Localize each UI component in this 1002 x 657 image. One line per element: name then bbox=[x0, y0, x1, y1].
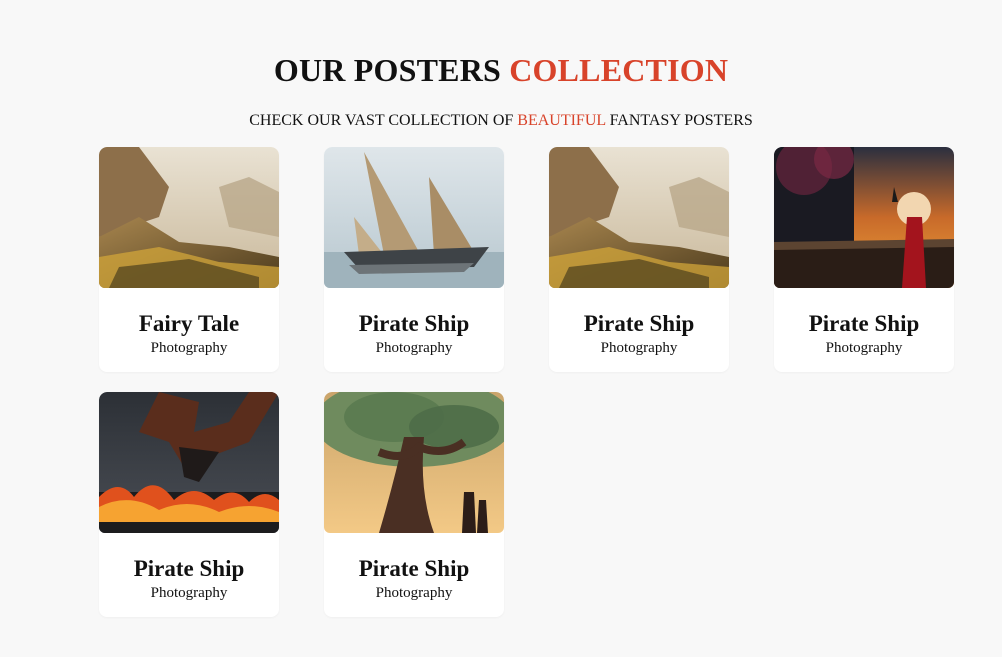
page-subtitle: CHECK OUR VAST COLLECTION OF BEAUTIFUL F… bbox=[0, 112, 1002, 130]
subtitle-accent: BEAUTIFUL bbox=[517, 112, 606, 129]
poster-card[interactable]: Pirate Ship Photography bbox=[99, 392, 279, 617]
title-main: OUR POSTERS bbox=[273, 52, 501, 88]
poster-title: Pirate Ship bbox=[358, 556, 470, 581]
subtitle-post: FANTASY POSTERS bbox=[609, 112, 753, 129]
poster-category: Photography bbox=[600, 340, 678, 356]
poster-image-mountain-valley[interactable] bbox=[549, 147, 729, 288]
poster-category: Photography bbox=[150, 340, 228, 356]
poster-category: Photography bbox=[150, 585, 228, 601]
poster-card[interactable]: Pirate Ship Photography bbox=[324, 392, 504, 617]
poster-title: Pirate Ship bbox=[808, 311, 920, 336]
poster-card[interactable]: Pirate Ship Photography bbox=[774, 147, 954, 372]
poster-title: Pirate Ship bbox=[583, 311, 695, 336]
poster-card[interactable]: Fairy Tale Photography bbox=[99, 147, 279, 372]
page-title: OUR POSTERS COLLECTION bbox=[0, 52, 1002, 89]
poster-card[interactable]: Pirate Ship Photography bbox=[549, 147, 729, 372]
subtitle-pre: CHECK OUR VAST COLLECTION OF bbox=[249, 112, 514, 129]
poster-title: Pirate Ship bbox=[133, 556, 245, 581]
poster-title: Fairy Tale bbox=[138, 311, 240, 336]
poster-image-giant-tree[interactable] bbox=[324, 392, 504, 533]
poster-image-sailing-ship[interactable] bbox=[324, 147, 504, 288]
poster-title: Pirate Ship bbox=[358, 311, 470, 336]
poster-category: Photography bbox=[825, 340, 903, 356]
poster-image-umbrella-sunset[interactable] bbox=[774, 147, 954, 288]
poster-image-dragon-fire[interactable] bbox=[99, 392, 279, 533]
poster-category: Photography bbox=[375, 585, 453, 601]
title-accent: COLLECTION bbox=[509, 52, 729, 88]
poster-image-mountain-valley[interactable] bbox=[99, 147, 279, 288]
poster-category: Photography bbox=[375, 340, 453, 356]
poster-card[interactable]: Pirate Ship Photography bbox=[324, 147, 504, 372]
